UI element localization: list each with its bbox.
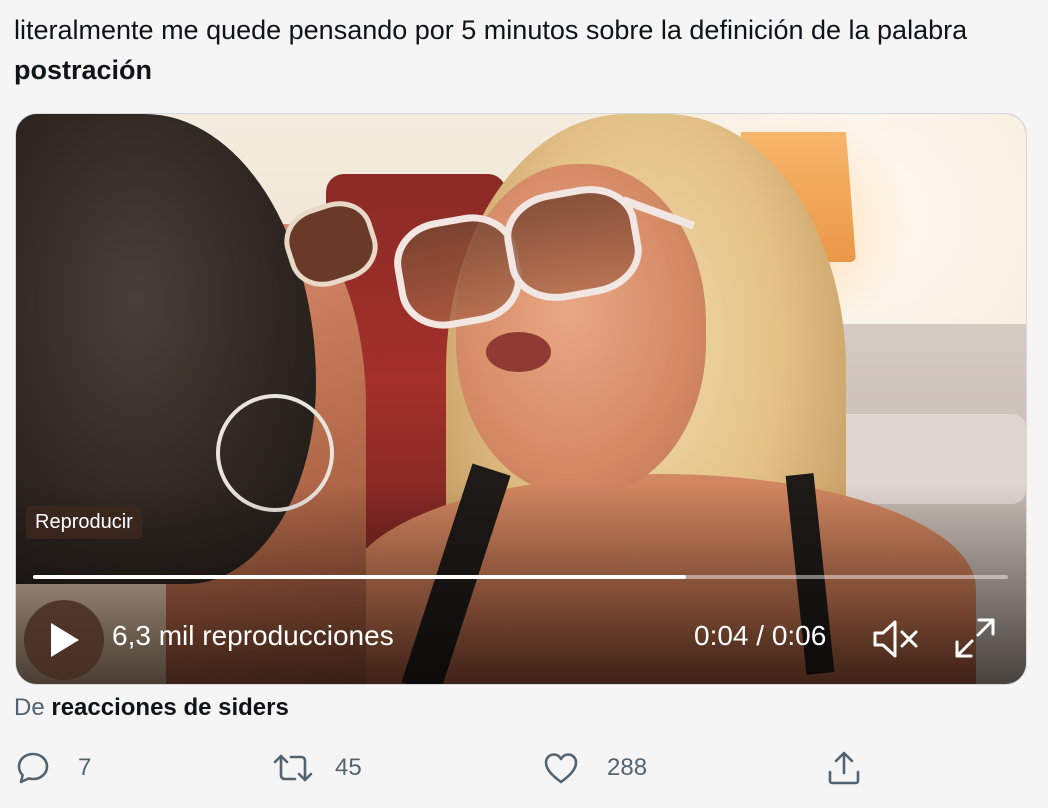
tweet: literalmente me quede pensando por 5 min… — [0, 0, 1048, 808]
reply-button[interactable]: 7 — [16, 745, 91, 791]
view-count: 6,3 mil reproducciones — [112, 620, 394, 651]
tweet-text-bold-word: postración — [14, 55, 153, 85]
share-button[interactable] — [826, 745, 862, 791]
retweet-icon — [273, 754, 313, 782]
heart-icon — [544, 753, 578, 784]
mute-button[interactable] — [871, 617, 921, 661]
source-prefix: De — [14, 694, 45, 721]
like-count: 288 — [607, 754, 648, 781]
reply-count: 7 — [78, 754, 92, 781]
video-time: 0:04 / 0:06 — [694, 620, 827, 651]
video-frame — [16, 114, 1026, 684]
play-icon — [51, 623, 79, 657]
video-source: De reacciones de siders — [14, 694, 289, 722]
expand-icon — [955, 618, 995, 658]
play-tooltip: Reproducir — [26, 506, 142, 539]
retweet-count: 45 — [335, 754, 362, 781]
share-icon — [828, 751, 860, 785]
tweet-actions: 7 45 288 — [0, 745, 1048, 795]
tweet-text: literalmente me quede pensando por 5 min… — [14, 10, 1024, 90]
video-player[interactable]: Reproducir 6,3 mil reproducciones 0:04 /… — [15, 113, 1027, 685]
fullscreen-button[interactable] — [951, 614, 999, 662]
like-button[interactable]: 288 — [543, 745, 647, 791]
reply-icon — [17, 752, 49, 784]
tweet-text-body: literalmente me quede pensando por 5 min… — [14, 15, 968, 45]
source-account-link[interactable]: reacciones de siders — [51, 694, 288, 721]
video-progress-bar[interactable] — [33, 575, 1008, 579]
retweet-button[interactable]: 45 — [273, 745, 362, 791]
speaker-muted-icon — [873, 620, 918, 658]
play-button[interactable] — [24, 600, 104, 680]
video-progress-fill — [33, 575, 687, 579]
